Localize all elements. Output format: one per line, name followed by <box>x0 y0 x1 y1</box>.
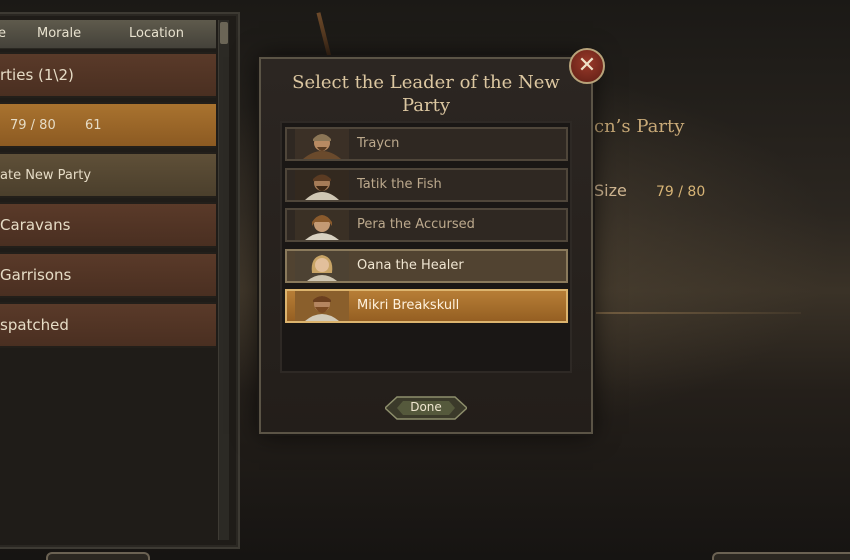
row-label: rties (1\2) <box>0 66 74 84</box>
row-dispatched[interactable]: spatched <box>0 302 216 348</box>
leader-name: Tatik the Fish <box>357 177 442 192</box>
leader-option[interactable]: Mikri Breakskull <box>285 289 568 323</box>
done-button[interactable]: Done <box>385 396 467 420</box>
row-label: ate New Party <box>0 168 92 183</box>
leader-name: Pera the Accursed <box>357 217 475 232</box>
bottom-tab[interactable] <box>46 552 150 560</box>
close-icon: ✕ <box>577 53 597 78</box>
party-size-value: 79 / 80 <box>656 184 706 200</box>
row-main-party[interactable]: 79 / 80 61 <box>0 102 216 148</box>
create-new-party-button[interactable]: ate New Party <box>0 152 216 198</box>
leader-name: Mikri Breakskull <box>357 298 460 313</box>
banner-pole <box>316 12 332 58</box>
portrait-icon <box>295 251 349 281</box>
leader-name: Oana the Healer <box>357 258 464 273</box>
scrollbar-thumb[interactable] <box>220 22 228 44</box>
done-label: Done <box>410 400 442 414</box>
portrait-icon <box>295 129 349 159</box>
row-label: Caravans <box>0 216 71 234</box>
party-list-panel: e Morale Location rties (1\2) 79 / 80 61… <box>0 12 240 549</box>
bottom-tab[interactable] <box>712 552 850 560</box>
column-header-location[interactable]: Location <box>129 26 184 41</box>
party-size-label: Size <box>594 181 627 200</box>
divider <box>596 312 801 314</box>
row-parties[interactable]: rties (1\2) <box>0 52 216 98</box>
portrait-icon <box>295 170 349 200</box>
morale-value: 61 <box>85 118 102 133</box>
portrait-icon <box>295 291 349 321</box>
close-button[interactable]: ✕ <box>569 48 605 84</box>
party-title: cn’s Party <box>594 116 685 137</box>
column-header-bar: e Morale Location <box>0 20 216 49</box>
leader-name: Traycn <box>357 136 400 151</box>
soldier-count: 79 / 80 <box>10 118 56 133</box>
leader-option[interactable]: Pera the Accursed <box>285 208 568 242</box>
portrait-icon <box>295 210 349 240</box>
column-header-partial[interactable]: e <box>0 26 6 41</box>
leader-option[interactable]: Tatik the Fish <box>285 168 568 202</box>
leader-option[interactable]: Traycn <box>285 127 568 161</box>
game-screen: cn’s Party Size 79 / 80 e Morale Locatio… <box>0 0 850 560</box>
row-label: spatched <box>0 316 69 334</box>
scrollbar[interactable] <box>218 20 229 540</box>
column-header-morale[interactable]: Morale <box>37 26 81 41</box>
row-caravans[interactable]: Caravans <box>0 202 216 248</box>
row-garrisons[interactable]: Garrisons <box>0 252 216 298</box>
leader-option[interactable]: Oana the Healer <box>285 249 568 283</box>
row-label: Garrisons <box>0 266 72 284</box>
dialog-title: Select the Leader of the New Party <box>292 72 560 116</box>
